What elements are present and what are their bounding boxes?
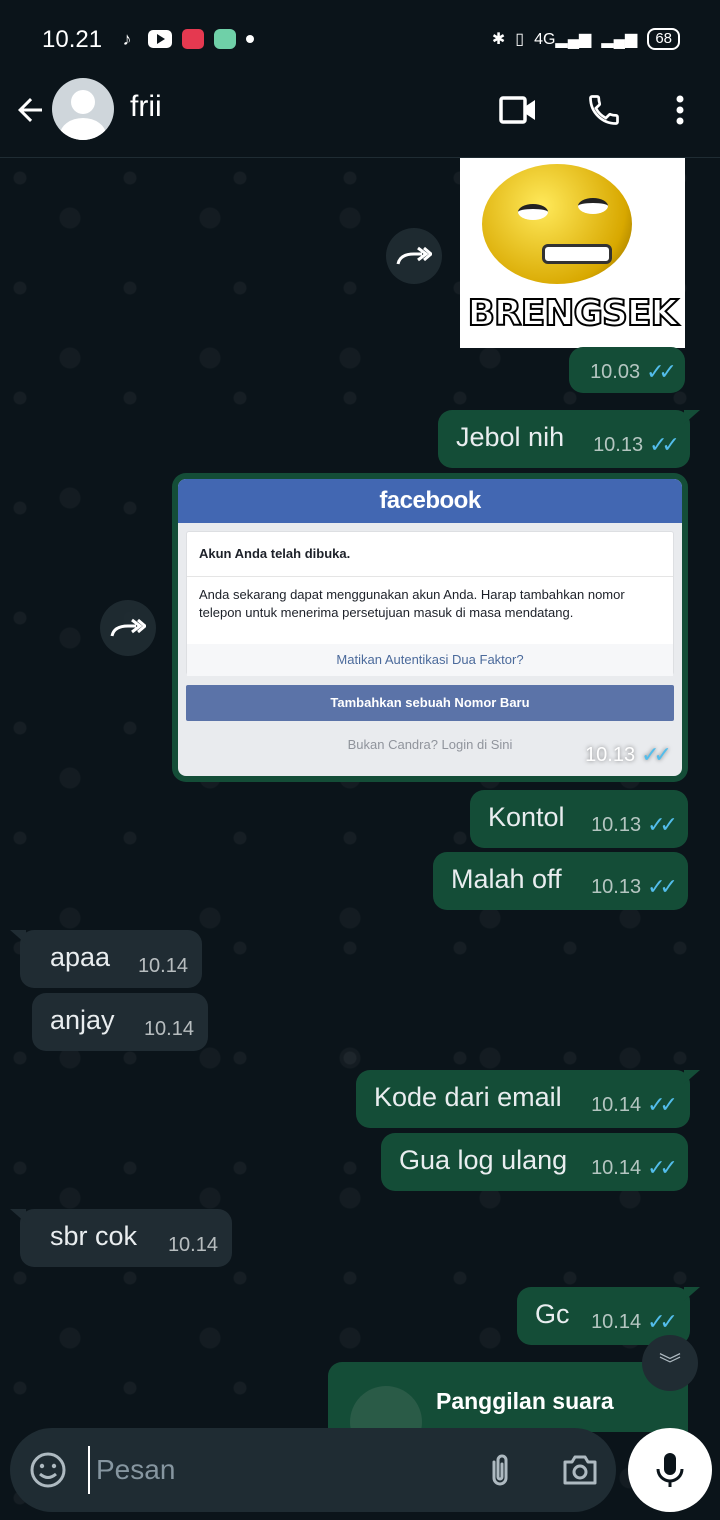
more-notifications-icon bbox=[246, 35, 254, 43]
message-time: 10.14 bbox=[137, 955, 188, 977]
message-bubble[interactable]: Gua log ulang 10.14 ✓✓ bbox=[381, 1133, 688, 1191]
read-ticks-icon: ✓✓ bbox=[646, 359, 677, 384]
message-bubble[interactable]: Jebol nih 10.13 ✓✓ bbox=[438, 410, 700, 468]
disable-2fa-link: Matikan Autentikasi Dua Faktor? bbox=[187, 644, 673, 676]
message-time: 10.14 bbox=[167, 1234, 218, 1256]
forward-icon bbox=[396, 246, 432, 265]
message-text: sbr cok bbox=[50, 1221, 138, 1251]
back-arrow-icon[interactable] bbox=[12, 92, 48, 128]
message-bubble[interactable]: sbr cok 10.14 bbox=[10, 1209, 232, 1267]
call-title: Panggilan suara bbox=[436, 1388, 614, 1414]
message-time: 10.03 bbox=[590, 360, 641, 383]
message-time: 10.14 bbox=[143, 1018, 194, 1040]
bluetooth-icon: ✱ bbox=[491, 31, 506, 48]
message-time: 10.13 bbox=[593, 433, 644, 456]
forward-button[interactable] bbox=[100, 600, 156, 656]
more-options-button[interactable] bbox=[660, 90, 700, 130]
chevron-double-down-icon: ︾ bbox=[658, 1352, 681, 1377]
read-ticks-icon: ✓✓ bbox=[647, 874, 678, 899]
screen-recorder-icon bbox=[182, 29, 204, 49]
message-time: 10.13 bbox=[591, 813, 642, 836]
sticker-caption: BRENGSEK bbox=[467, 292, 680, 335]
message-text: Jebol nih bbox=[456, 422, 565, 452]
phone-icon bbox=[589, 95, 619, 125]
notice-body: Anda sekarang dapat menggunakan akun And… bbox=[199, 587, 625, 620]
more-vert-icon bbox=[676, 95, 684, 125]
facebook-logo: facebook bbox=[178, 479, 682, 523]
message-time: 10.14 bbox=[591, 1093, 642, 1116]
message-text: apaa bbox=[50, 942, 111, 972]
system-icons: ✱ ▯ 4G▂▄▆ ▂▄▆ 68 bbox=[492, 28, 680, 50]
notification-icons: ♪ bbox=[116, 28, 254, 50]
add-number-button: Tambahkan sebuah Nomor Baru bbox=[186, 685, 674, 721]
avatar[interactable] bbox=[52, 78, 114, 140]
status-time: 10.21 bbox=[42, 26, 103, 53]
forward-icon bbox=[110, 618, 146, 637]
read-ticks-icon: ✓✓ bbox=[641, 742, 672, 767]
message-bubble[interactable]: Malah off 10.13 ✓✓ bbox=[433, 852, 688, 910]
message-bubble[interactable]: Kode dari email 10.14 ✓✓ bbox=[356, 1070, 700, 1128]
message-bubble[interactable]: anjay 10.14 bbox=[32, 993, 208, 1051]
voice-record-button[interactable] bbox=[628, 1428, 712, 1512]
contact-name[interactable]: frii bbox=[130, 90, 162, 124]
notice-title: Akun Anda telah dibuka. bbox=[199, 546, 351, 561]
scroll-to-bottom-button[interactable]: ︾ bbox=[642, 1335, 698, 1391]
sticker-timestamp-bubble: 10.03 ✓✓ bbox=[569, 347, 685, 393]
camera-icon[interactable] bbox=[560, 1450, 600, 1490]
video-call-button[interactable] bbox=[498, 90, 538, 130]
message-text: Kode dari email bbox=[374, 1082, 562, 1112]
battery-icon: 68 bbox=[647, 28, 680, 50]
forward-button[interactable] bbox=[386, 228, 442, 284]
read-ticks-icon: ✓✓ bbox=[647, 1092, 678, 1117]
message-text: Gua log ulang bbox=[399, 1145, 568, 1175]
voice-call-message[interactable]: Panggilan suara bbox=[328, 1362, 688, 1458]
message-bubble[interactable]: apaa 10.14 bbox=[10, 930, 202, 988]
message-time: 10.14 bbox=[591, 1310, 642, 1333]
message-time: 10.13 bbox=[585, 743, 636, 766]
tiktok-icon: ♪ bbox=[122, 28, 132, 49]
chat-header: frii bbox=[0, 78, 720, 158]
app-notification-icon bbox=[214, 29, 236, 49]
message-text: anjay bbox=[50, 1005, 115, 1035]
video-camera-icon bbox=[499, 96, 535, 124]
signal-icon: ▂▄▆ bbox=[601, 31, 638, 48]
read-ticks-icon: ✓✓ bbox=[647, 812, 678, 837]
image-message[interactable]: facebook Akun Anda telah dibuka. Anda se… bbox=[172, 473, 688, 782]
message-text: Gc bbox=[535, 1299, 570, 1329]
message-text: Malah off bbox=[451, 864, 562, 894]
attach-icon[interactable] bbox=[480, 1450, 520, 1490]
vibrate-icon: ▯ bbox=[515, 31, 525, 48]
message-composer bbox=[10, 1428, 616, 1512]
facebook-notice-box: Akun Anda telah dibuka. Anda sekarang da… bbox=[186, 531, 674, 676]
read-ticks-icon: ✓✓ bbox=[647, 1309, 678, 1334]
message-time: 10.14 bbox=[591, 1156, 642, 1179]
signal-4g-icon: 4G▂▄▆ bbox=[534, 31, 592, 48]
sticker-image[interactable]: BRENGSEK bbox=[460, 158, 685, 348]
status-bar: 10.21 ♪ ✱ ▯ 4G▂▄▆ ▂▄▆ 68 bbox=[0, 0, 720, 78]
emoji-sticker-icon[interactable] bbox=[28, 1450, 68, 1490]
message-bubble[interactable]: Kontol 10.13 ✓✓ bbox=[470, 790, 688, 848]
read-ticks-icon: ✓✓ bbox=[647, 1155, 678, 1180]
facebook-screenshot: facebook Akun Anda telah dibuka. Anda se… bbox=[178, 479, 682, 776]
message-input[interactable] bbox=[88, 1446, 468, 1494]
read-ticks-icon: ✓✓ bbox=[649, 432, 680, 457]
voice-call-button[interactable] bbox=[584, 90, 624, 130]
message-time: 10.13 bbox=[591, 875, 642, 898]
microphone-icon bbox=[656, 1453, 684, 1487]
message-text: Kontol bbox=[488, 802, 565, 832]
youtube-icon bbox=[148, 30, 172, 48]
angry-smiley-icon bbox=[482, 164, 632, 284]
